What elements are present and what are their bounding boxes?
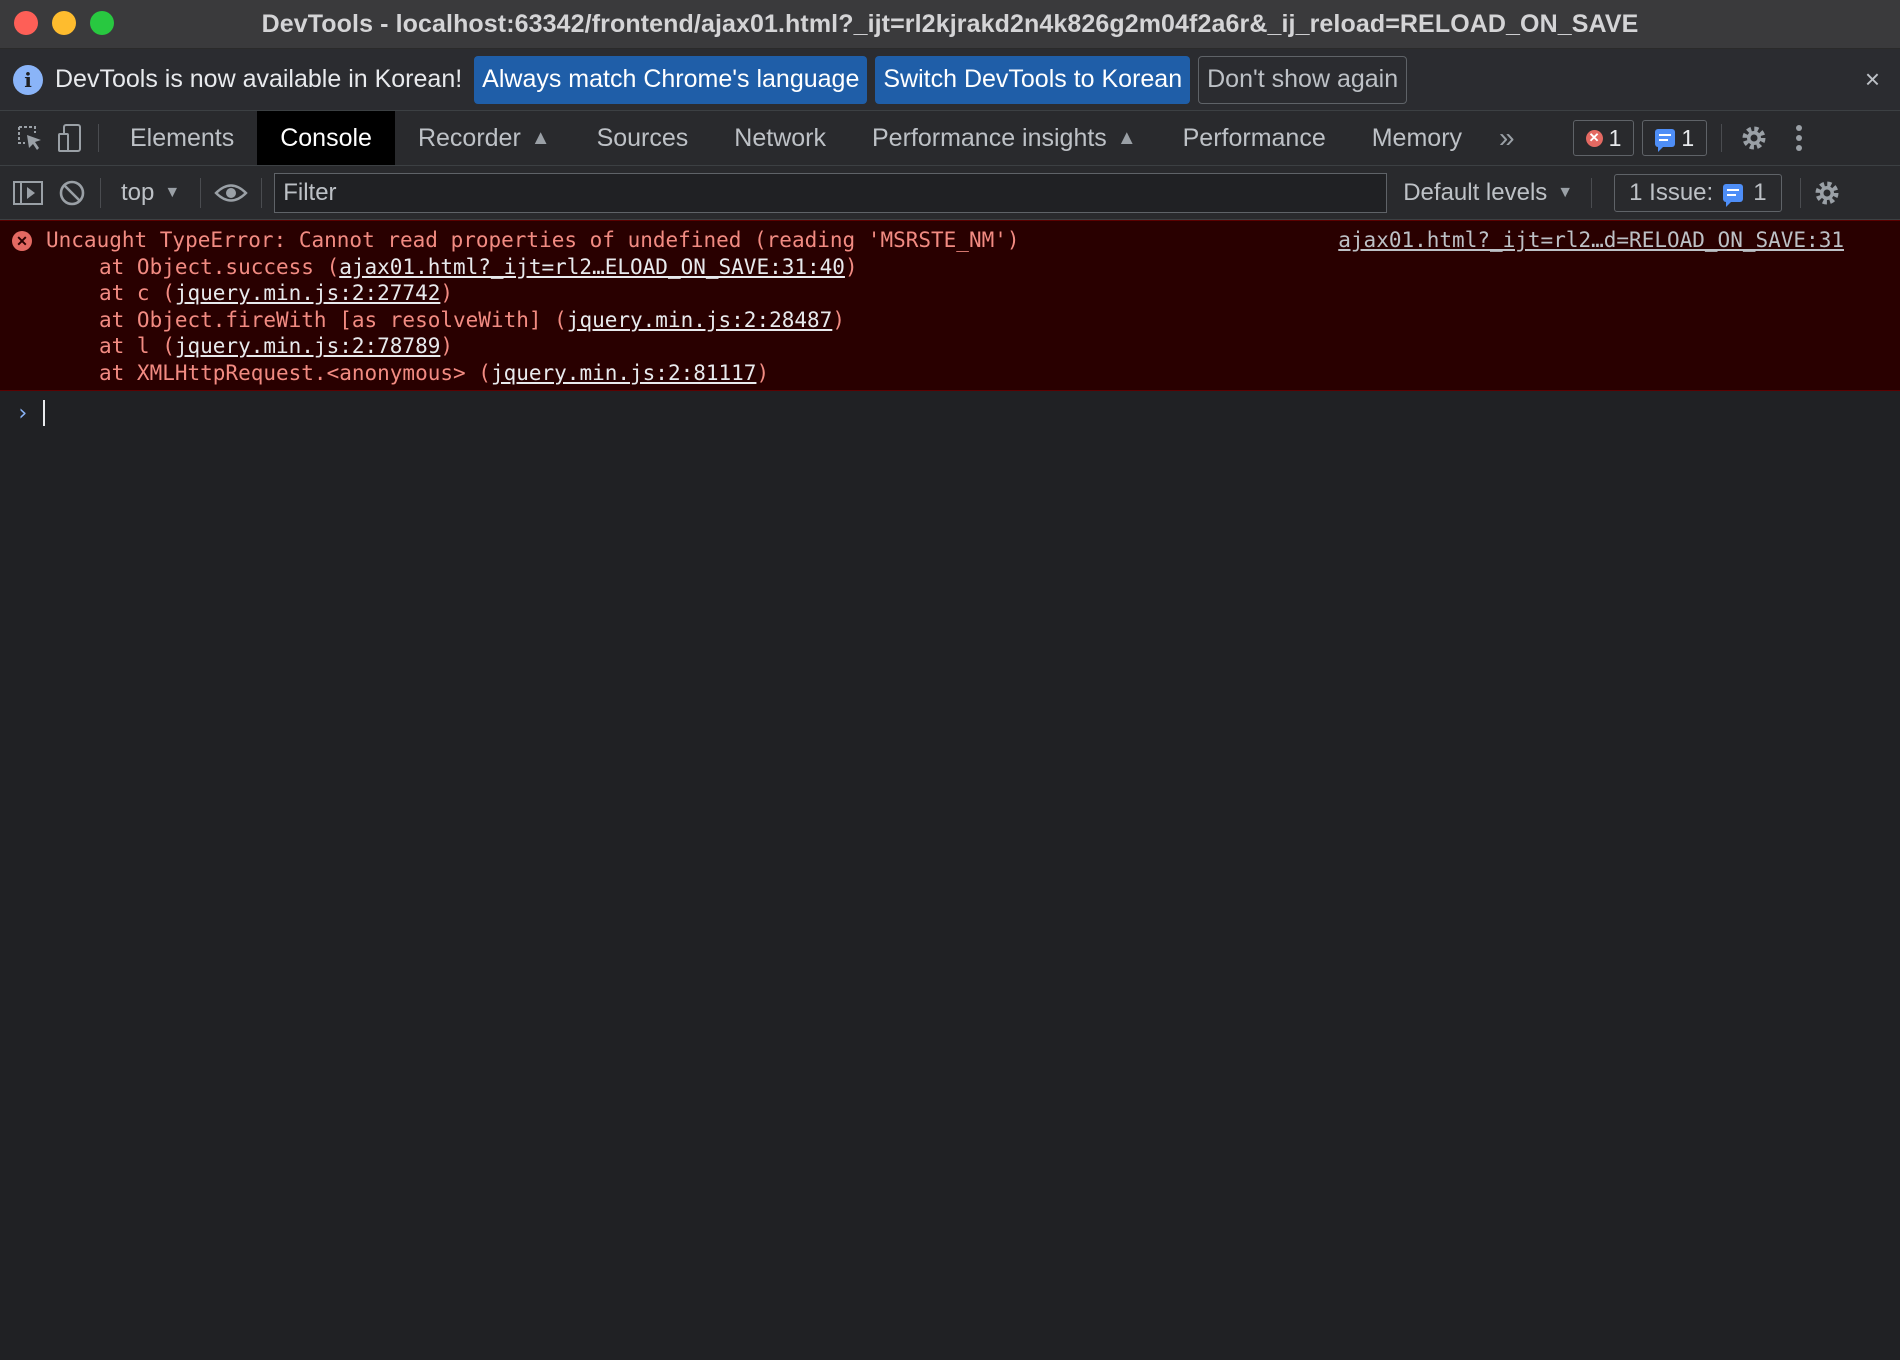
minimize-window-button[interactable] (52, 11, 76, 35)
filter-placeholder: Filter (283, 178, 337, 206)
stack-frame-link[interactable]: jquery.min.js:2:27742 (175, 281, 441, 305)
always-match-language-button[interactable]: Always match Chrome's language (474, 55, 868, 104)
stack-frame-text: ) (440, 281, 454, 305)
device-toolbar-icon-svg (58, 124, 81, 152)
filter-input[interactable]: Filter (274, 172, 1388, 213)
stack-frame-link[interactable]: jquery.min.js:2:78789 (175, 334, 441, 358)
stack-frame-link[interactable]: jquery.min.js:2:28487 (567, 308, 833, 332)
stack-frame-text: at c ( (99, 281, 175, 305)
stack-frame: at Object.success (ajax01.html?_ijt=rl2…… (0, 254, 1900, 281)
toolbar-divider (261, 177, 263, 208)
error-counter-button[interactable]: ✕ 1 (1572, 120, 1635, 156)
tab-memory[interactable]: Memory (1349, 111, 1485, 165)
clear-console-icon[interactable] (50, 166, 94, 220)
stack-frame-text: ) (440, 334, 454, 358)
infobar-message: DevTools is now available in Korean! (55, 65, 463, 93)
close-window-button[interactable] (14, 11, 38, 35)
console-prompt[interactable]: › (0, 391, 1900, 435)
stack-frame-text: at Object.fireWith [as resolveWith] ( (99, 307, 567, 332)
toolbar-divider (98, 124, 99, 152)
language-infobar: i DevTools is now available in Korean! A… (0, 49, 1900, 111)
toolbar-divider (1721, 124, 1723, 152)
context-selector[interactable]: top ▼ (107, 179, 194, 207)
main-toolbar: Elements Console Recorder ▲ Sources Netw… (0, 111, 1900, 166)
message-icon (1655, 129, 1676, 152)
error-icon: ✕ (12, 231, 32, 251)
sidebar-toggle-icon-svg (13, 180, 43, 205)
tab-performance-insights[interactable]: Performance insights ▲ (849, 111, 1160, 165)
tab-sources[interactable]: Sources (574, 111, 712, 165)
issues-button[interactable]: 1 Issue: 1 (1614, 173, 1782, 212)
tab-performance-insights-label: Performance insights (871, 123, 1107, 152)
stack-frame-text: ) (832, 307, 845, 332)
kebab-menu-icon[interactable] (1778, 111, 1820, 165)
issues-label: 1 Issue: (1629, 178, 1714, 206)
console-toolbar: top ▼ Filter Default levels ▼ 1 Issue: 1 (0, 166, 1900, 220)
message-icon (1723, 183, 1744, 207)
more-tabs-chevron-icon[interactable]: » (1485, 111, 1529, 165)
error-count: 1 (1608, 124, 1622, 151)
dont-show-again-button[interactable]: Don't show again (1198, 55, 1408, 104)
info-icon: i (13, 64, 43, 95)
inspect-element-icon[interactable] (10, 111, 50, 165)
tab-console[interactable]: Console (257, 111, 395, 165)
toolbar-divider (200, 177, 202, 208)
stack-frame: at Object.fireWith [as resolveWith] (jqu… (0, 307, 1900, 334)
error-icon: ✕ (1585, 129, 1603, 147)
kebab-menu-icon-svg (1796, 125, 1803, 151)
tab-recorder[interactable]: Recorder ▲ (395, 111, 574, 165)
stack-frame-link[interactable]: jquery.min.js:2:81117 (491, 361, 757, 385)
close-infobar-icon[interactable]: × (1865, 64, 1880, 95)
stack-frame-text: ) (844, 254, 858, 279)
toolbar-divider (1591, 177, 1593, 208)
stack-frame: at c (jquery.min.js:2:27742) (0, 280, 1900, 307)
console-settings-gear-icon[interactable] (1801, 166, 1853, 220)
inspect-element-icon-svg (18, 126, 41, 150)
error-message: ✕ Uncaught TypeError: Cannot read proper… (0, 220, 1900, 391)
stack-frame-link[interactable]: ajax01.html?_ijt=rl2…ELOAD_ON_SAVE:31:40 (339, 255, 845, 279)
device-toolbar-icon[interactable] (50, 111, 90, 165)
log-levels-label: Default levels (1403, 178, 1548, 206)
eye-icon-svg (214, 183, 248, 202)
stack-frame: at XMLHttpRequest.<anonymous> (jquery.mi… (0, 360, 1900, 387)
maximize-window-button[interactable] (90, 11, 114, 35)
switch-to-korean-button[interactable]: Switch DevTools to Korean (875, 55, 1191, 104)
flask-icon: ▲ (1116, 126, 1137, 149)
sidebar-toggle-icon[interactable] (6, 166, 50, 220)
prompt-chevron-icon: › (16, 400, 30, 426)
tab-recorder-label: Recorder (417, 123, 521, 152)
settings-gear-icon[interactable] (1730, 111, 1778, 165)
tab-performance[interactable]: Performance (1160, 111, 1349, 165)
stack-frame-text: at Object.success ( (99, 254, 340, 279)
title-bar: DevTools - localhost:63342/frontend/ajax… (0, 0, 1900, 49)
chevron-down-icon: ▼ (164, 183, 181, 201)
message-counter-button[interactable]: 1 (1642, 120, 1708, 156)
settings-gear-icon-svg (1742, 126, 1766, 150)
stack-frame-text: at XMLHttpRequest.<anonymous> ( (99, 360, 491, 385)
flask-icon: ▲ (530, 126, 551, 149)
stack-frame-text: at l ( (99, 334, 175, 358)
tab-elements[interactable]: Elements (107, 111, 257, 165)
window-title: DevTools - localhost:63342/frontend/ajax… (261, 9, 1639, 38)
toolbar-divider (100, 177, 101, 208)
console-output: ✕ Uncaught TypeError: Cannot read proper… (0, 220, 1900, 435)
stack-frame-text: ) (756, 360, 770, 385)
stack-frame: at l (jquery.min.js:2:78789) (0, 333, 1900, 360)
chevron-down-icon: ▼ (1557, 183, 1574, 201)
eye-icon[interactable] (207, 166, 255, 220)
console-settings-gear-icon-svg (1815, 181, 1839, 204)
message-count: 1 (1681, 124, 1695, 151)
context-value: top (121, 178, 155, 206)
tab-network[interactable]: Network (711, 111, 849, 165)
log-levels-dropdown[interactable]: Default levels ▼ (1403, 179, 1573, 207)
window-controls (14, 11, 114, 35)
clear-console-icon-svg (59, 180, 85, 205)
issues-count: 1 (1753, 178, 1767, 206)
text-cursor (43, 400, 46, 426)
error-source-link[interactable]: ajax01.html?_ijt=rl2…d=RELOAD_ON_SAVE:31 (1338, 227, 1844, 254)
